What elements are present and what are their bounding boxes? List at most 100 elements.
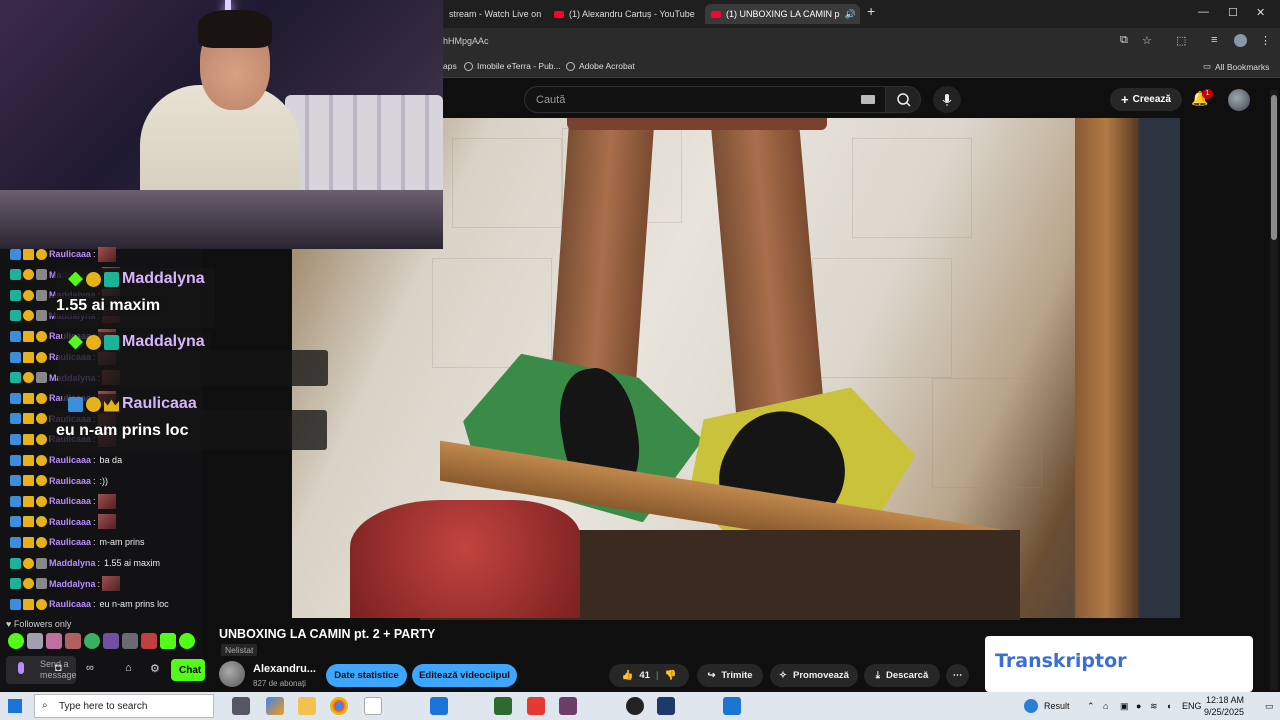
gear-icon[interactable]: ⚙ — [150, 662, 160, 675]
star-icon[interactable]: ☆ — [1142, 34, 1152, 47]
promote-button[interactable]: ✧ Promovează — [770, 664, 858, 687]
emote-icon[interactable] — [141, 633, 157, 649]
thumbs-down-icon[interactable]: 👎 — [665, 670, 677, 681]
url-text[interactable]: hHMpgAAc — [443, 36, 489, 46]
badge-icon — [10, 454, 21, 466]
taskbar-search-input[interactable]: ⌕ Type here to search — [34, 694, 214, 718]
minecraft-icon[interactable] — [494, 697, 512, 715]
more-actions-button[interactable]: ⋯ — [946, 664, 969, 687]
emote-icon[interactable] — [8, 633, 24, 649]
widget-result-label[interactable]: Result — [1044, 701, 1070, 711]
emote-icon[interactable] — [160, 633, 176, 649]
app-icon[interactable] — [430, 697, 448, 715]
search-input[interactable]: Caută — [524, 86, 886, 113]
task-view-icon[interactable] — [232, 697, 250, 715]
extensions-icon[interactable]: ⬚ — [1176, 34, 1186, 47]
windows-start-icon[interactable] — [8, 699, 22, 713]
chat-username[interactable]: Maddalyna — [49, 558, 96, 568]
notifications-icon[interactable]: ▭ — [1265, 701, 1274, 712]
download-button[interactable]: ⤓ Descarcă — [864, 664, 940, 687]
keyboard-icon[interactable] — [861, 95, 875, 104]
chat-message: Maddalyna:1.55 ai maxim — [10, 555, 160, 571]
tab-unboxing-video[interactable]: (1) UNBOXING LA CAMIN p 🔊 ✕ — [705, 4, 860, 24]
app-icon[interactable] — [559, 697, 577, 715]
thumbs-up-icon[interactable]: 👍 — [622, 670, 634, 681]
clock-date[interactable]: 9/25/2025 — [1204, 707, 1244, 717]
vip-icon — [104, 334, 119, 350]
transkriptor-logo[interactable]: Transkriptor — [995, 650, 1127, 672]
scrollbar-thumb[interactable] — [1271, 95, 1277, 240]
network-icon[interactable]: ⌂ — [1103, 701, 1108, 711]
app-icon[interactable] — [657, 697, 675, 715]
tab-stream[interactable]: stream - Watch Live on ✕ — [443, 4, 548, 24]
badge-icon — [36, 495, 47, 507]
clock-time[interactable]: 12:18 AM — [1206, 695, 1244, 705]
wifi-icon[interactable]: ≋ — [1150, 701, 1158, 712]
media-icon[interactable]: ≡ — [1211, 34, 1217, 46]
store-icon[interactable]: ⌂ — [125, 662, 132, 674]
emote-icon[interactable] — [27, 633, 43, 649]
speaker-icon[interactable]: 🔊 — [845, 9, 856, 20]
media-player-icon[interactable] — [723, 697, 741, 715]
chrome-icon[interactable] — [330, 697, 348, 715]
bookmark-adobe[interactable]: Adobe Acrobat — [566, 61, 635, 71]
bookmark-apps[interactable]: aps — [443, 61, 457, 71]
chat-username[interactable]: Raulicaaa — [49, 455, 91, 465]
mic-icon[interactable] — [18, 662, 24, 674]
maximize-icon[interactable]: ☐ — [1228, 6, 1238, 19]
chat-username[interactable]: Raulicaaa — [49, 496, 91, 506]
minimize-icon[interactable]: — — [1198, 6, 1209, 18]
bookmark-imobile[interactable]: Imobile eTerra - Pub... — [464, 61, 561, 71]
voice-search-button[interactable] — [933, 86, 961, 113]
emote-icon[interactable] — [84, 633, 100, 649]
chat-username[interactable]: Maddalyna — [49, 579, 96, 589]
chat-username[interactable]: Raulicaaa — [49, 249, 91, 259]
mic-tray-icon[interactable]: ● — [1136, 701, 1141, 711]
badge-icon — [10, 598, 21, 610]
edit-video-button[interactable]: Editează videoclipul — [412, 664, 517, 687]
document-icon[interactable] — [364, 697, 382, 715]
emote-icon[interactable] — [65, 633, 81, 649]
language-indicator[interactable]: ENG — [1182, 701, 1202, 711]
badge-icon — [23, 475, 34, 487]
app-tray-icon[interactable]: ▣ — [1120, 701, 1129, 712]
copilot-icon[interactable] — [266, 697, 284, 715]
share-button[interactable]: ↪ Trimite — [697, 664, 763, 687]
popup-name-text: Maddalyna — [122, 333, 205, 350]
chat-send-button[interactable]: Chat — [171, 659, 205, 681]
channel-avatar[interactable] — [219, 661, 245, 687]
camera-icon[interactable]: ◘ — [55, 662, 62, 674]
stats-button[interactable]: Date statistice — [326, 664, 407, 687]
weather-icon[interactable] — [1024, 699, 1038, 713]
infinity-icon[interactable]: ∞ — [86, 662, 94, 674]
volume-icon[interactable]: ◖ — [1166, 701, 1171, 711]
new-tab-icon[interactable]: + — [867, 3, 875, 19]
emote-icon[interactable] — [103, 633, 119, 649]
emote-icon[interactable] — [122, 633, 138, 649]
chat-input[interactable]: Send a message — [6, 656, 77, 684]
search-button[interactable] — [885, 86, 921, 113]
youtube-icon — [554, 10, 564, 18]
close-window-icon[interactable]: ✕ — [1256, 6, 1265, 19]
chat-username[interactable]: Raulicaaa — [49, 476, 91, 486]
chat-separator: : — [97, 578, 101, 589]
menu-icon[interactable]: ⋮ — [1260, 34, 1271, 47]
like-dislike-group: 👍 41 | 👎 — [609, 664, 689, 687]
chat-username[interactable]: Raulicaaa — [49, 599, 91, 609]
like-count[interactable]: 41 — [639, 670, 650, 681]
w-app-icon[interactable] — [527, 697, 545, 715]
tab-youtube-channel[interactable]: (1) Alexandru Cartuș - YouTube ✕ — [548, 4, 700, 24]
obs-icon[interactable] — [626, 697, 644, 715]
file-explorer-icon[interactable] — [298, 697, 316, 715]
chevron-up-icon[interactable]: ⌃ — [1087, 701, 1095, 712]
chat-username[interactable]: Raulicaaa — [49, 517, 91, 527]
create-button[interactable]: + Creează — [1110, 88, 1182, 111]
avatar[interactable] — [1228, 89, 1250, 111]
emote-icon[interactable] — [46, 633, 62, 649]
all-bookmarks[interactable]: ▭ All Bookmarks — [1203, 61, 1269, 72]
emote-icon[interactable] — [179, 633, 195, 649]
cast-icon[interactable]: ⧉ — [1120, 34, 1128, 47]
profile-icon[interactable] — [1234, 34, 1247, 47]
chat-username[interactable]: Raulicaaa — [49, 537, 91, 547]
channel-name[interactable]: Alexandru... — [253, 663, 316, 675]
